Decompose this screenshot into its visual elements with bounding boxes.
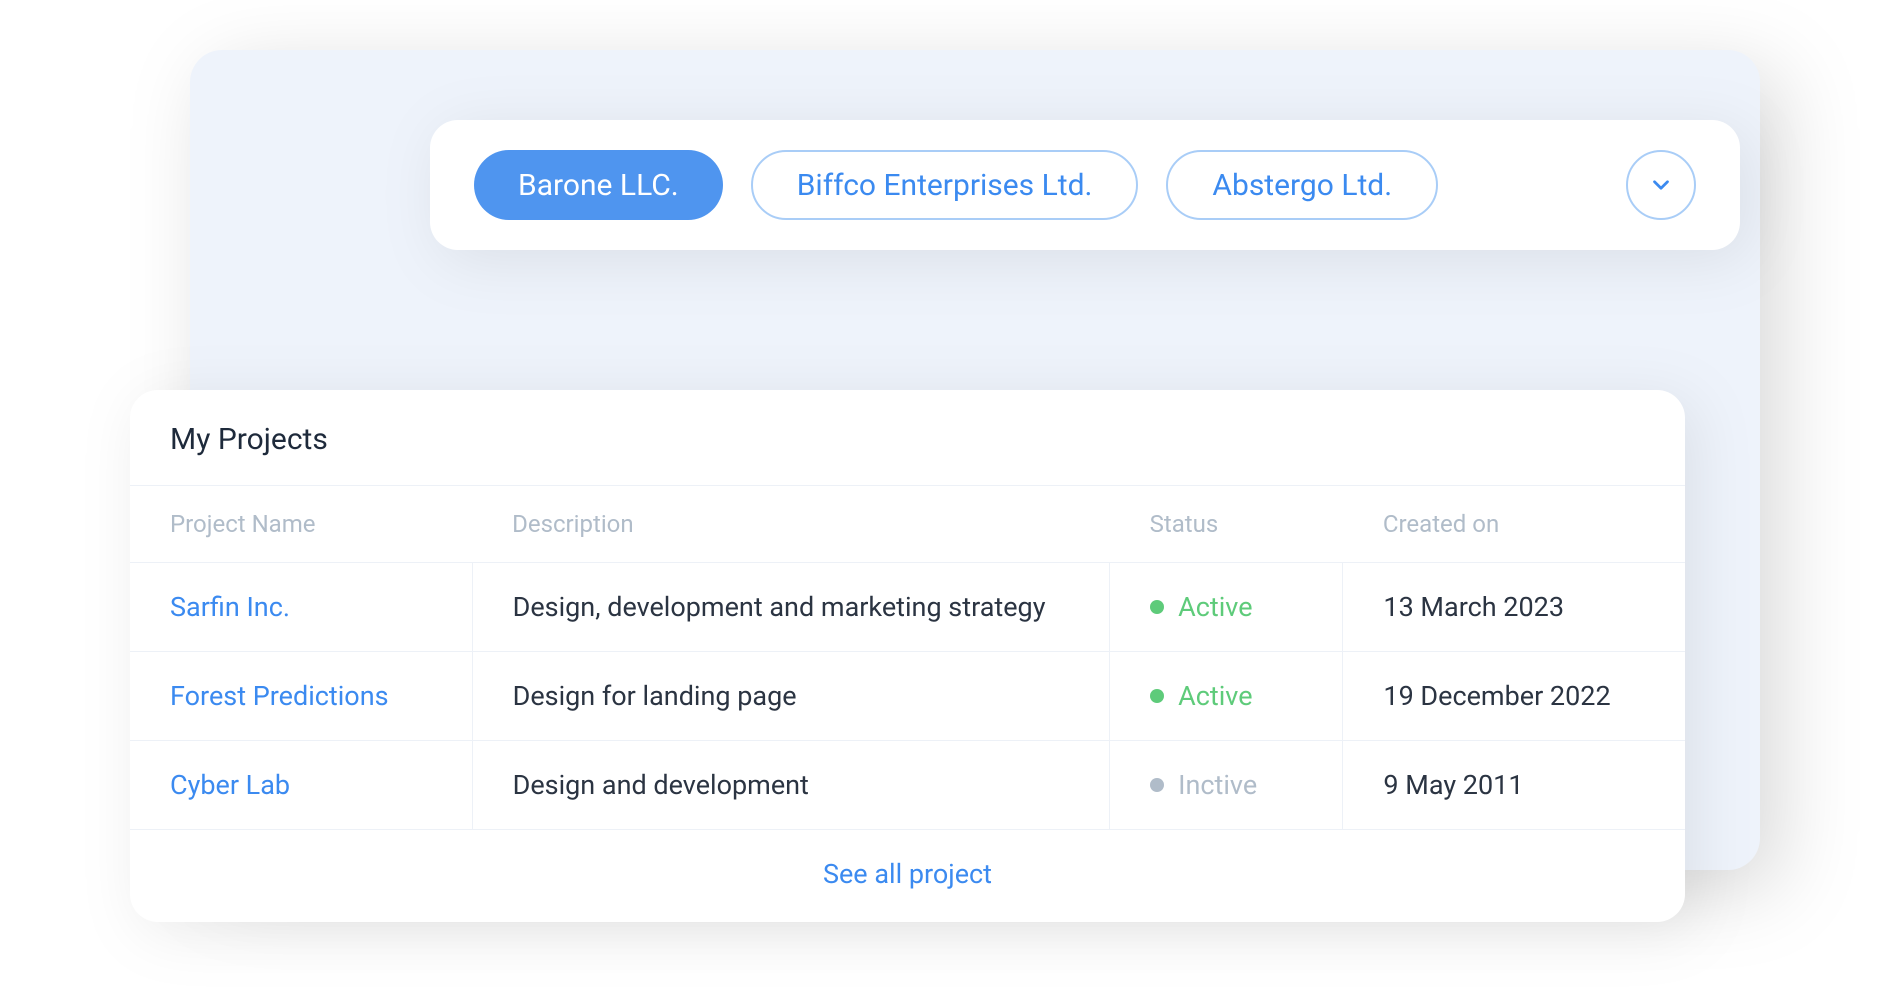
table-row: Forest Predictions Design for landing pa… xyxy=(130,652,1685,741)
tab-abstergo-ltd[interactable]: Abstergo Ltd. xyxy=(1166,150,1438,220)
status-dot-icon xyxy=(1150,778,1164,792)
status-badge: Active xyxy=(1150,680,1302,712)
status-dot-icon xyxy=(1150,600,1164,614)
table-header-row: Project Name Description Status Created … xyxy=(130,486,1685,563)
projects-table: Project Name Description Status Created … xyxy=(130,485,1685,830)
status-text: Active xyxy=(1178,591,1252,623)
col-header-created: Created on xyxy=(1343,486,1685,563)
my-projects-card: My Projects Project Name Description Sta… xyxy=(130,390,1685,922)
project-link[interactable]: Cyber Lab xyxy=(170,769,290,801)
see-all-projects-link[interactable]: See all project xyxy=(130,830,1685,922)
company-tabs-bar: Barone LLC. Biffco Enterprises Ltd. Abst… xyxy=(430,120,1740,250)
col-header-status: Status xyxy=(1110,486,1343,563)
chevron-down-icon xyxy=(1648,172,1674,198)
project-created-date: 19 December 2022 xyxy=(1383,680,1610,712)
col-header-description: Description xyxy=(472,486,1110,563)
project-link[interactable]: Forest Predictions xyxy=(170,680,389,712)
project-description: Design, development and marketing strate… xyxy=(513,591,1046,623)
status-badge: Inctive xyxy=(1150,769,1302,801)
tab-biffco-enterprises[interactable]: Biffco Enterprises Ltd. xyxy=(751,150,1139,220)
tab-barone-llc[interactable]: Barone LLC. xyxy=(474,150,723,220)
project-description: Design and development xyxy=(513,769,809,801)
project-created-date: 9 May 2011 xyxy=(1383,769,1523,801)
project-created-date: 13 March 2023 xyxy=(1383,591,1564,623)
status-text: Inctive xyxy=(1178,769,1257,801)
status-dot-icon xyxy=(1150,689,1164,703)
table-row: Cyber Lab Design and development Inctive… xyxy=(130,741,1685,830)
table-row: Sarfin Inc. Design, development and mark… xyxy=(130,563,1685,652)
status-text: Active xyxy=(1178,680,1252,712)
col-header-name: Project Name xyxy=(130,486,472,563)
status-badge: Active xyxy=(1150,591,1302,623)
project-link[interactable]: Sarfin Inc. xyxy=(170,591,290,623)
tabs-dropdown-button[interactable] xyxy=(1626,150,1696,220)
card-title: My Projects xyxy=(130,390,1685,485)
project-description: Design for landing page xyxy=(513,680,797,712)
